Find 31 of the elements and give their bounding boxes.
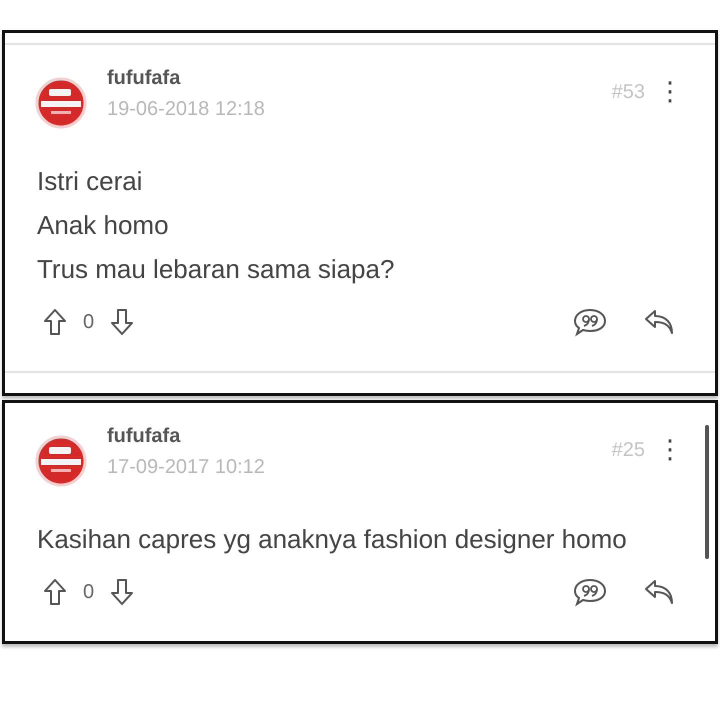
more-menu-button[interactable]: ⋮ xyxy=(645,435,683,465)
arrow-up-icon xyxy=(43,578,67,606)
post-number: #53 xyxy=(612,81,645,104)
post-date: 19-06-2018 12:18 xyxy=(107,98,266,121)
reply-arrow-icon xyxy=(643,308,675,336)
reply-button[interactable] xyxy=(643,308,675,336)
upvote-button[interactable] xyxy=(43,308,67,336)
reply-button[interactable] xyxy=(643,578,675,606)
quote-bubble-icon xyxy=(573,577,607,607)
username[interactable]: fufufafa xyxy=(107,425,612,448)
vote-count: 0 xyxy=(83,580,94,604)
quote-button[interactable] xyxy=(573,307,607,337)
avatar xyxy=(35,77,87,129)
avatar xyxy=(35,435,87,487)
more-menu-button[interactable]: ⋮ xyxy=(645,77,683,107)
reply-arrow-icon xyxy=(643,578,675,606)
post-text: Istri cerai Anak homo Trus mau lebaran sama siapa? xyxy=(37,165,396,286)
vote-count: 0 xyxy=(83,310,94,334)
downvote-button[interactable] xyxy=(110,308,134,336)
upvote-button[interactable] xyxy=(43,578,67,606)
arrow-down-icon xyxy=(110,578,134,606)
quote-bubble-icon xyxy=(573,307,607,337)
post-date: 17-09-2017 10:12 xyxy=(107,456,266,479)
scrollbar[interactable] xyxy=(705,425,709,559)
arrow-up-icon xyxy=(43,308,67,336)
quote-button[interactable] xyxy=(573,577,607,607)
downvote-button[interactable] xyxy=(110,578,134,606)
post-number: #25 xyxy=(612,439,645,462)
post-text: Kasihan capres yg anaknya fashion designer homo xyxy=(37,523,628,556)
username[interactable]: fufufafa xyxy=(107,67,612,90)
arrow-down-icon xyxy=(110,308,134,336)
